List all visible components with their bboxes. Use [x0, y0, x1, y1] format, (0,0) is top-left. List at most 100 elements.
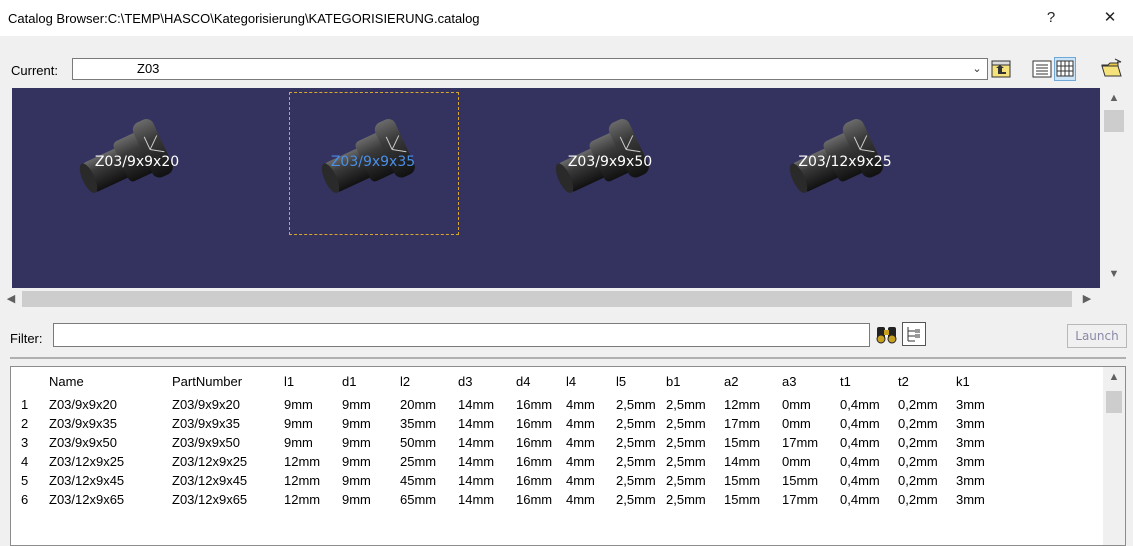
column-header-name[interactable]: Name	[49, 367, 172, 395]
scrollbar-thumb[interactable]	[1106, 391, 1122, 413]
part-label[interactable]: Z03/9x9x20	[42, 154, 232, 170]
table-cell: 17mm	[782, 435, 819, 450]
table-cell: 0,4mm	[840, 454, 880, 469]
table-row[interactable]: 4 Z03/12x9x25 Z03/12x9x25 12mm 9mm 25mm 14mm 16…	[11, 452, 1012, 471]
table-row[interactable]: 2 Z03/9x9x35 Z03/9x9x35 9mm 9mm 35mm 14mm 16mm 4…	[11, 414, 1012, 433]
table-row[interactable]: 6 Z03/12x9x65 Z03/12x9x65 12mm 9mm 65mm 14mm 16…	[11, 490, 1012, 509]
table-cell: 2,5mm	[616, 416, 656, 431]
table-cell: 9mm	[284, 416, 313, 431]
table-cell: 45mm	[400, 473, 437, 488]
table-cell: 2,5mm	[616, 492, 656, 507]
launch-button[interactable]: Launch	[1067, 324, 1127, 348]
divider	[10, 357, 1126, 359]
detail-view-icon	[1056, 60, 1074, 77]
search-button[interactable]	[874, 322, 900, 346]
column-header-a3[interactable]: a3	[782, 367, 840, 395]
table-cell: 25mm	[400, 454, 437, 469]
scroll-left-icon[interactable]: ◀	[4, 292, 18, 305]
scroll-up-icon[interactable]: ▲	[1103, 371, 1125, 383]
column-header-d4[interactable]: d4	[516, 367, 566, 395]
scrollbar-thumb[interactable]	[22, 291, 1072, 307]
up-folder-button[interactable]	[990, 57, 1012, 81]
table-cell: Z03/12x9x45	[172, 473, 248, 488]
column-header-k1[interactable]: k1	[956, 367, 1012, 395]
window-title: Catalog Browser:C:\TEMP\HASCO\Kategorisi…	[8, 11, 480, 26]
table-cell: 9mm	[342, 397, 371, 412]
scroll-up-icon[interactable]: ▲	[1100, 92, 1128, 104]
table-cell: 12mm	[284, 454, 321, 469]
chevron-down-icon[interactable]: ⌄	[969, 59, 985, 79]
scroll-down-icon[interactable]: ▼	[1100, 268, 1128, 280]
table-cell: 0mm	[782, 397, 811, 412]
table-cell: 2,5mm	[666, 435, 706, 450]
help-button[interactable]: ?	[1035, 6, 1067, 30]
current-combobox[interactable]: Z03 ⌄	[72, 58, 988, 80]
table-cell: 4mm	[566, 397, 595, 412]
column-header-a2[interactable]: a2	[724, 367, 782, 395]
table-cell: Z03/12x9x65	[49, 492, 125, 507]
table-cell: 0,2mm	[898, 454, 938, 469]
parameters-table[interactable]: Name PartNumber l1 d1 l2 d3 d4 l4 l5 b1 …	[10, 366, 1126, 546]
detail-view-button[interactable]	[1054, 57, 1076, 81]
row-number: 6	[21, 492, 29, 507]
close-button[interactable]: ✕	[1094, 6, 1126, 30]
table-cell: 9mm	[342, 454, 371, 469]
column-header-partnumber[interactable]: PartNumber	[172, 367, 284, 395]
table-cell: 0,2mm	[898, 435, 938, 450]
table-cell: 2,5mm	[616, 473, 656, 488]
table-cell: Z03/9x9x20	[49, 397, 117, 412]
table-cell: 16mm	[516, 492, 553, 507]
table-cell: 50mm	[400, 435, 437, 450]
part-label[interactable]: Z03/12x9x25	[750, 154, 940, 170]
table-cell: 0,2mm	[898, 397, 938, 412]
filter-input[interactable]	[53, 323, 870, 347]
column-header-t1[interactable]: t1	[840, 367, 898, 395]
up-folder-icon	[991, 60, 1011, 78]
column-header-l5[interactable]: l5	[616, 367, 666, 395]
row-number: 1	[21, 397, 29, 412]
table-cell: 9mm	[342, 473, 371, 488]
column-header-d1[interactable]: d1	[342, 367, 400, 395]
table-cell: 16mm	[516, 454, 553, 469]
column-header-t2[interactable]: t2	[898, 367, 956, 395]
open-folder-icon	[1101, 58, 1122, 77]
table-cell: 14mm	[458, 416, 495, 431]
preview-horizontal-scrollbar[interactable]: ◀ ▶	[0, 288, 1100, 310]
table-row[interactable]: 1 Z03/9x9x20 Z03/9x9x20 9mm 9mm 20mm 14mm 16mm 4…	[11, 395, 1012, 414]
scroll-right-icon[interactable]: ▶	[1080, 292, 1094, 305]
table-row[interactable]: 5 Z03/12x9x45 Z03/12x9x45 12mm 9mm 45mm 14mm 16…	[11, 471, 1012, 490]
column-header-l2[interactable]: l2	[400, 367, 458, 395]
table-cell: 3mm	[956, 416, 985, 431]
table-cell: Z03/9x9x50	[172, 435, 240, 450]
table-cell: Z03/12x9x25	[49, 454, 125, 469]
table-vertical-scrollbar[interactable]: ▲	[1103, 367, 1125, 545]
table-cell: 2,5mm	[666, 454, 706, 469]
table-cell: 0mm	[782, 454, 811, 469]
table-cell: 9mm	[342, 492, 371, 507]
table-cell: 14mm	[724, 454, 761, 469]
table-cell: 3mm	[956, 435, 985, 450]
table-cell: 16mm	[516, 473, 553, 488]
table-cell: 0,4mm	[840, 397, 880, 412]
preview-vertical-scrollbar[interactable]: ▲ ▼	[1100, 88, 1128, 288]
table-cell: 14mm	[458, 435, 495, 450]
part-label[interactable]: Z03/9x9x50	[515, 154, 705, 170]
table-cell: 0,4mm	[840, 492, 880, 507]
column-header-l4[interactable]: l4	[566, 367, 616, 395]
column-header[interactable]	[11, 367, 49, 395]
table-cell: 4mm	[566, 416, 595, 431]
part-label-selected[interactable]: Z03/9x9x35	[278, 154, 468, 170]
table-cell: 16mm	[516, 397, 553, 412]
column-header-d3[interactable]: d3	[458, 367, 516, 395]
table-cell: 0,2mm	[898, 492, 938, 507]
table-cell: 15mm	[724, 435, 761, 450]
column-header-b1[interactable]: b1	[666, 367, 724, 395]
table-cell: 4mm	[566, 492, 595, 507]
table-row[interactable]: 3 Z03/9x9x50 Z03/9x9x50 9mm 9mm 50mm 14mm 16mm 4…	[11, 433, 1012, 452]
filter-tree-button[interactable]	[902, 322, 926, 346]
open-folder-button[interactable]	[1100, 57, 1122, 81]
scrollbar-thumb[interactable]	[1104, 110, 1124, 132]
table-cell: 4mm	[566, 473, 595, 488]
list-view-button[interactable]	[1031, 57, 1053, 81]
column-header-l1[interactable]: l1	[284, 367, 342, 395]
